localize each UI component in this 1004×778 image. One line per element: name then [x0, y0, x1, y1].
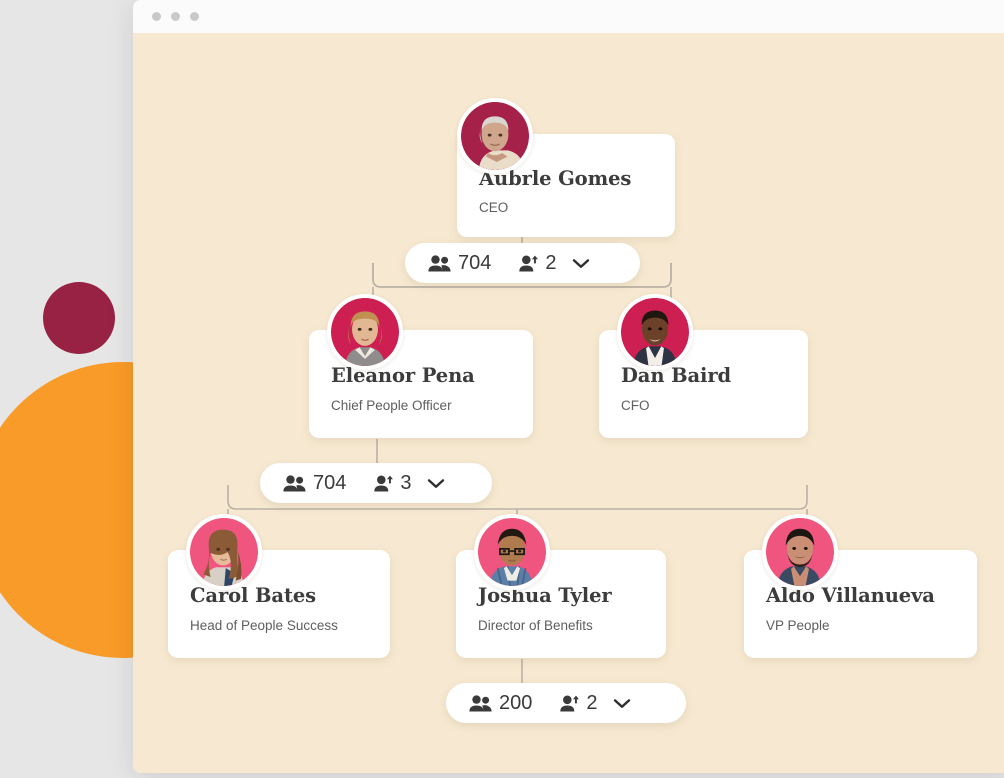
pill-reports-count: 2 [586, 691, 598, 714]
avatar-eleanor-pena[interactable] [327, 294, 403, 370]
pill-reports-group: 2 [560, 691, 598, 715]
window-maximize-dot[interactable] [190, 12, 199, 21]
pill-people-group: 704 [428, 252, 491, 275]
pill-people-group: 200 [469, 692, 532, 715]
card-role: Chief People Officer [331, 398, 452, 413]
pill-reports-count: 3 [400, 471, 412, 494]
chevron-down-icon[interactable] [612, 697, 632, 710]
window-title-bar [133, 0, 1004, 33]
pill-level-3[interactable]: 200 2 [446, 683, 686, 723]
pill-level-1[interactable]: 704 2 [405, 243, 640, 283]
person-up-arrow-icon [519, 255, 539, 271]
browser-window: Aubrle Gomes CEO 704 2 Eleanor Pena Chie… [133, 0, 1004, 773]
card-role: CEO [479, 200, 509, 215]
avatar-joshua-tyler[interactable] [474, 514, 550, 590]
pill-people-count: 200 [499, 691, 533, 714]
pill-reports-group: 2 [519, 251, 557, 275]
decorative-maroon-circle [43, 282, 115, 354]
pill-people-count: 704 [458, 251, 492, 274]
window-minimize-dot[interactable] [171, 12, 180, 21]
person-up-arrow-icon [560, 695, 580, 711]
pill-reports-count: 2 [545, 251, 557, 274]
card-name: Dan Baird [621, 364, 732, 387]
avatar-portrait-eleanor-pena [331, 298, 399, 366]
pill-people-group: 704 [283, 472, 346, 495]
people-group-icon [283, 474, 306, 491]
avatar-dan-baird[interactable] [617, 294, 693, 370]
chevron-down-icon[interactable] [571, 257, 591, 270]
card-name: Carol Bates [190, 584, 317, 607]
pill-level-2[interactable]: 704 3 [260, 463, 492, 503]
avatar-carol-bates[interactable] [186, 514, 262, 590]
avatar-portrait-aubrle-gomes [461, 102, 529, 170]
avatar-portrait-joshua-tyler [478, 518, 546, 586]
card-role: CFO [621, 398, 650, 413]
card-role: Director of Benefits [478, 618, 593, 633]
avatar-portrait-aldo-villanueva [766, 518, 834, 586]
avatar-portrait-carol-bates [190, 518, 258, 586]
people-group-icon [428, 254, 451, 271]
avatar-aldo-villanueva[interactable] [762, 514, 838, 590]
card-role: VP People [766, 618, 830, 633]
person-up-arrow-icon [374, 475, 394, 491]
card-role: Head of People Success [190, 618, 338, 633]
people-group-icon [469, 694, 492, 711]
window-close-dot[interactable] [152, 12, 161, 21]
pill-reports-group: 3 [374, 471, 412, 495]
pill-people-count: 704 [313, 471, 347, 494]
chevron-down-icon[interactable] [426, 477, 446, 490]
org-chart-canvas: Aubrle Gomes CEO 704 2 Eleanor Pena Chie… [133, 33, 1004, 773]
avatar-portrait-dan-baird [621, 298, 689, 366]
avatar-aubrle-gomes[interactable] [457, 98, 533, 174]
